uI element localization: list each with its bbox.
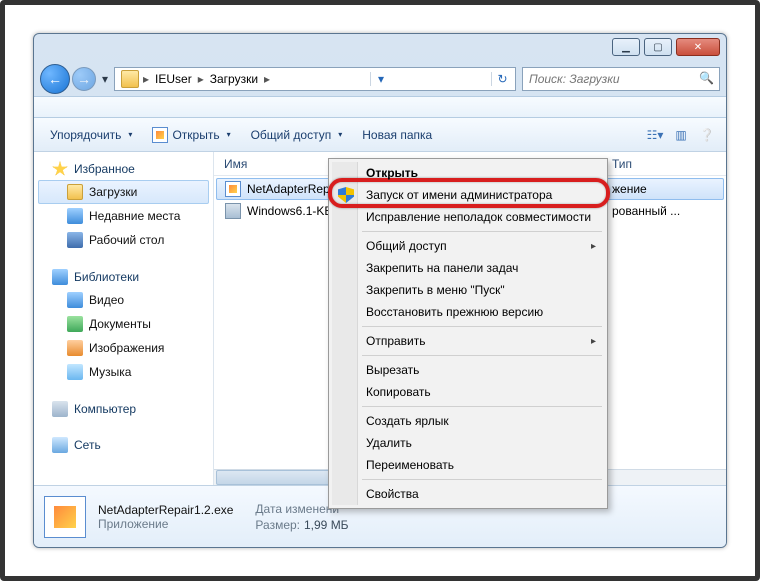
file-name: Windows6.1-KB <box>247 204 332 218</box>
details-filename: NetAdapterRepair1.2.exe <box>98 503 233 517</box>
sidebar-item-pictures[interactable]: Изображения <box>34 336 213 360</box>
star-icon <box>52 161 68 177</box>
details-size-label: Размер: <box>255 518 300 532</box>
open-button[interactable]: Открыть <box>144 123 238 147</box>
open-label: Открыть <box>172 128 219 142</box>
details-size-value: 1,99 МБ <box>304 518 349 532</box>
new-folder-button[interactable]: Новая папка <box>354 124 440 146</box>
ctx-cut[interactable]: Вырезать <box>332 359 604 381</box>
ctx-pin-taskbar[interactable]: Закрепить на панели задач <box>332 257 604 279</box>
sidebar-item-desktop[interactable]: Рабочий стол <box>34 228 213 252</box>
libraries-icon <box>52 269 68 285</box>
ctx-troubleshoot[interactable]: Исправление неполадок совместимости <box>332 206 604 228</box>
breadcrumb-seg-folder[interactable]: Загрузки <box>204 70 264 88</box>
refresh-button[interactable]: ↻ <box>491 72 513 86</box>
ctx-run-as-admin[interactable]: Запуск от имени администратора <box>332 184 604 206</box>
computer-label: Компьютер <box>74 402 136 416</box>
breadcrumb-seg-user[interactable]: IEUser <box>149 70 198 88</box>
network-label: Сеть <box>74 438 101 452</box>
sidebar-item-label: Недавние места <box>89 209 180 223</box>
details-filetype: Приложение <box>98 517 233 531</box>
maximize-button[interactable]: ▢ <box>644 38 672 56</box>
search-box[interactable]: 🔍 <box>522 67 720 91</box>
ctx-send-to[interactable]: Отправить <box>332 330 604 352</box>
sidebar-item-downloads[interactable]: Загрузки <box>38 180 209 204</box>
sidebar: Избранное Загрузки Недавние места Рабочи… <box>34 152 214 485</box>
refresh-dropdown[interactable]: ▾ <box>370 72 392 86</box>
search-icon: 🔍 <box>699 71 715 87</box>
preview-pane-icon[interactable]: ▥ <box>670 124 692 146</box>
close-button[interactable]: ✕ <box>676 38 720 56</box>
file-type: жение <box>612 182 647 196</box>
cab-icon <box>225 203 241 219</box>
breadcrumb-sep: ▸ <box>264 72 270 86</box>
nav-row: ← → ▾ ▸ IEUser ▸ Загрузки ▸ ▾ ↻ 🔍 <box>34 62 726 96</box>
sidebar-header-favorites[interactable]: Избранное <box>34 158 213 180</box>
history-dropdown-icon[interactable]: ▾ <box>98 69 112 89</box>
network-icon <box>52 437 68 453</box>
search-input[interactable] <box>523 68 719 90</box>
ctx-open[interactable]: Открыть <box>332 162 604 184</box>
col-type[interactable]: Тип <box>602 157 726 171</box>
folder-icon <box>67 184 83 200</box>
ctx-share[interactable]: Общий доступ <box>332 235 604 257</box>
forward-button[interactable]: → <box>72 67 96 91</box>
libraries-label: Библиотеки <box>74 270 139 284</box>
ctx-shortcut[interactable]: Создать ярлык <box>332 410 604 432</box>
address-bar[interactable]: ▸ IEUser ▸ Загрузки ▸ ▾ ↻ <box>114 67 516 91</box>
sidebar-item-label: Изображения <box>89 341 164 355</box>
menu-bar <box>34 96 726 118</box>
details-date-label: Дата изменени <box>255 502 339 516</box>
toolbar: Упорядочить Открыть Общий доступ Новая п… <box>34 118 726 152</box>
ctx-copy[interactable]: Копировать <box>332 381 604 403</box>
sidebar-item-recent[interactable]: Недавние места <box>34 204 213 228</box>
sidebar-item-music[interactable]: Музыка <box>34 360 213 384</box>
sidebar-header-network[interactable]: Сеть <box>34 434 213 456</box>
documents-icon <box>67 316 83 332</box>
recent-icon <box>67 208 83 224</box>
ctx-label: Запуск от имени администратора <box>366 188 552 202</box>
pictures-icon <box>67 340 83 356</box>
view-options-icon[interactable]: ☷▾ <box>644 124 666 146</box>
shield-icon <box>338 187 354 203</box>
sidebar-item-documents[interactable]: Документы <box>34 312 213 336</box>
application-icon <box>152 127 168 143</box>
sidebar-item-videos[interactable]: Видео <box>34 288 213 312</box>
ctx-delete[interactable]: Удалить <box>332 432 604 454</box>
ctx-pin-start[interactable]: Закрепить в меню "Пуск" <box>332 279 604 301</box>
ctx-restore[interactable]: Восстановить прежнюю версию <box>332 301 604 323</box>
video-icon <box>67 292 83 308</box>
folder-icon <box>121 70 139 88</box>
music-icon <box>67 364 83 380</box>
sidebar-header-libraries[interactable]: Библиотеки <box>34 266 213 288</box>
sidebar-item-label: Видео <box>89 293 124 307</box>
titlebar: ▁ ▢ ✕ <box>34 34 726 62</box>
minimize-button[interactable]: ▁ <box>612 38 640 56</box>
organize-button[interactable]: Упорядочить <box>42 124 140 146</box>
computer-icon <box>52 401 68 417</box>
file-name: NetAdapterRepai <box>247 182 339 196</box>
back-button[interactable]: ← <box>40 64 70 94</box>
context-menu: Открыть Запуск от имени администратора И… <box>328 158 608 509</box>
sidebar-item-label: Документы <box>89 317 151 331</box>
sidebar-item-label: Рабочий стол <box>89 233 164 247</box>
sidebar-item-label: Музыка <box>89 365 131 379</box>
favorites-label: Избранное <box>74 162 135 176</box>
file-type: рованный ... <box>612 204 680 218</box>
desktop-icon <box>67 232 83 248</box>
sidebar-header-computer[interactable]: Компьютер <box>34 398 213 420</box>
help-icon[interactable]: ❔ <box>696 124 718 146</box>
ctx-rename[interactable]: Переименовать <box>332 454 604 476</box>
file-large-icon <box>44 496 86 538</box>
ctx-properties[interactable]: Свойства <box>332 483 604 505</box>
share-button[interactable]: Общий доступ <box>243 124 351 146</box>
application-icon <box>225 181 241 197</box>
sidebar-item-label: Загрузки <box>89 185 137 199</box>
